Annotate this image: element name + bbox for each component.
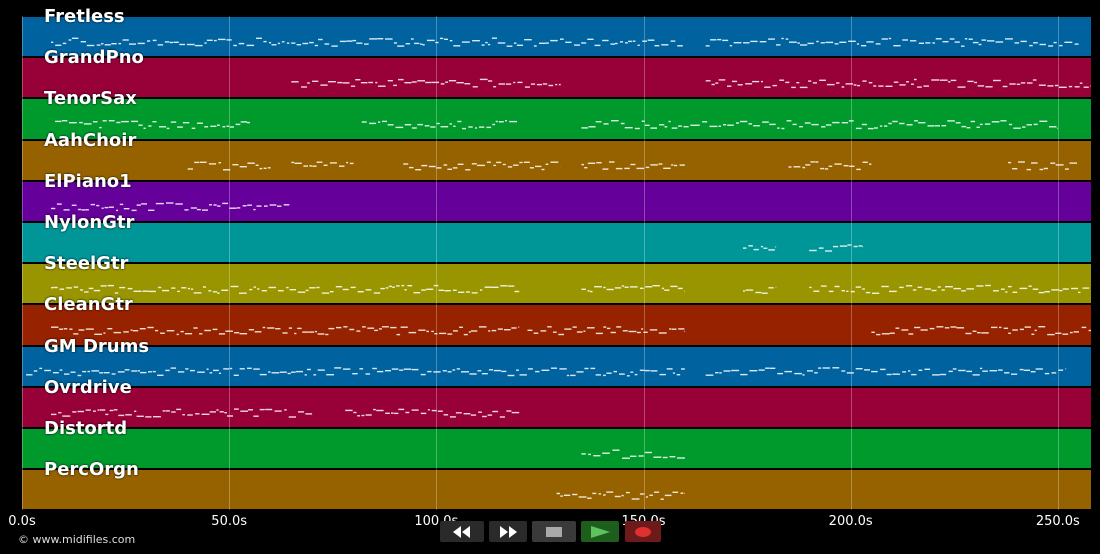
- copyright-text: © www.midifiles.com: [18, 533, 136, 546]
- stop-icon: [546, 526, 562, 537]
- record-icon: [635, 526, 651, 537]
- play-button[interactable]: [581, 521, 619, 542]
- time-tick-label: 0.0s: [8, 514, 36, 529]
- track-name: ElPiano1: [44, 170, 132, 192]
- track-name: SteelGtr: [44, 253, 129, 275]
- track-lane: [22, 57, 1091, 99]
- track-name: Distortd: [44, 418, 128, 439]
- fast-forward-button[interactable]: [489, 521, 527, 542]
- track-lane: [22, 16, 1091, 58]
- grid-line: [229, 16, 231, 510]
- track-name: Ovrdrive: [44, 376, 132, 398]
- grid-line: [22, 16, 23, 510]
- grid-line: [1057, 16, 1059, 510]
- track-lane: [22, 222, 1091, 264]
- track-lane: [22, 139, 1091, 181]
- track-name: GM Drums: [44, 335, 150, 357]
- track-lane: [22, 469, 1091, 511]
- stop-button[interactable]: [532, 521, 576, 542]
- grid-line: [436, 16, 438, 510]
- track-lane: [22, 386, 1091, 428]
- record-button[interactable]: [625, 521, 661, 542]
- track-lane: [22, 345, 1091, 387]
- time-tick-label: 250.0s: [1035, 514, 1080, 529]
- track-lane: [22, 304, 1091, 346]
- track-lane: [22, 98, 1091, 140]
- piano-roll-stage: Fretless GrandPno TenorSax AahChoir ElPiano1…: [0, 0, 1100, 554]
- rewind-icon: [453, 525, 470, 538]
- track-name: NylonGtr: [44, 212, 135, 233]
- track-name: Fretless: [44, 6, 125, 27]
- rewind-button[interactable]: [440, 521, 484, 542]
- track-lane: [22, 428, 1091, 470]
- track-lane: [22, 263, 1091, 305]
- track-name: CleanGtr: [44, 294, 133, 316]
- time-tick-label: 200.0s: [828, 514, 873, 529]
- grid-line: [850, 16, 852, 510]
- track-name: PercOrgn: [44, 459, 139, 481]
- track-name: GrandPno: [44, 47, 144, 69]
- track-name: TenorSax: [44, 88, 137, 110]
- time-tick-label: 50.0s: [211, 514, 248, 529]
- grid-line: [643, 16, 645, 510]
- track-lane: [22, 180, 1091, 222]
- fast-forward-icon: [500, 525, 517, 538]
- track-name: AahChoir: [44, 129, 137, 151]
- play-icon: [591, 525, 610, 538]
